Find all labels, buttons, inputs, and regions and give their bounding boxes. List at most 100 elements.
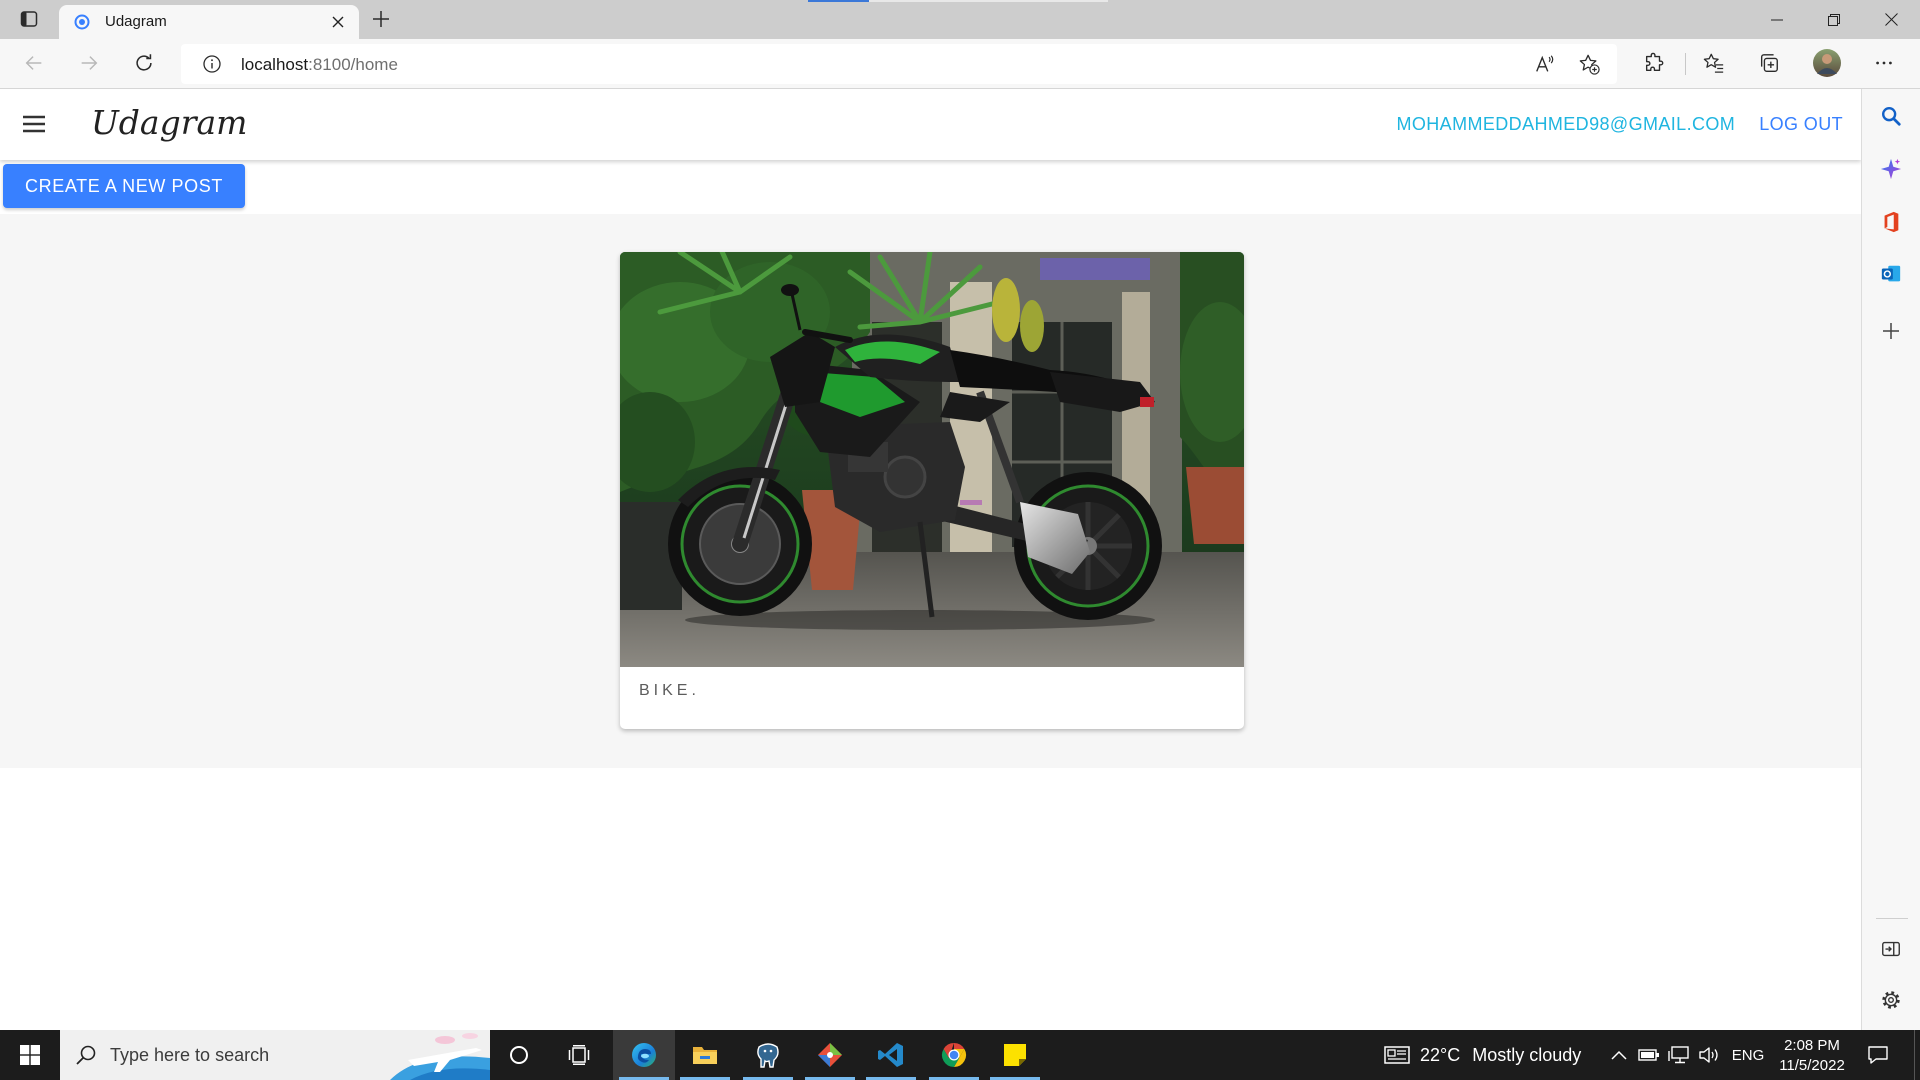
weather-widget-icon-button[interactable]: [1383, 1043, 1411, 1067]
weather-widget[interactable]: 22°C Mostly cloudy: [1420, 1030, 1581, 1080]
clock-time: 2:08 PM: [1784, 1036, 1840, 1054]
post-card[interactable]: BIKE.: [620, 252, 1244, 729]
taskbar-git-button[interactable]: [799, 1030, 861, 1080]
sidebar-settings-button[interactable]: [1875, 984, 1907, 1016]
close-icon: [1884, 13, 1898, 26]
sidebar-toggle-icon: [1882, 941, 1900, 957]
refresh-button[interactable]: [128, 47, 160, 79]
info-icon: [203, 55, 221, 73]
cortana-icon: [510, 1046, 528, 1064]
header-actions: MOHAMMEDDAHMED98@GMAIL.COM LOG OUT: [1396, 89, 1843, 160]
user-email-link[interactable]: MOHAMMEDDAHMED98@GMAIL.COM: [1396, 114, 1735, 135]
office-icon: [1884, 211, 1899, 233]
favorites-icon: [1703, 53, 1724, 73]
file-explorer-icon: [693, 1047, 717, 1064]
window-close-button[interactable]: [1862, 0, 1920, 39]
collections-button[interactable]: [1753, 47, 1785, 79]
search-icon: [1882, 107, 1901, 126]
create-post-button[interactable]: CREATE A NEW POST: [3, 164, 245, 208]
menu-button[interactable]: [18, 108, 50, 140]
profile-button[interactable]: [1811, 47, 1843, 79]
cortana-button[interactable]: [490, 1030, 548, 1080]
favorites-button[interactable]: [1698, 47, 1730, 79]
outlook-icon: [1881, 265, 1901, 282]
ionic-favicon-icon: [74, 14, 90, 30]
tab-actions-icon: [20, 11, 38, 27]
refresh-icon: [136, 54, 152, 71]
back-arrow-icon: [25, 56, 42, 70]
network-button[interactable]: [1667, 1043, 1691, 1067]
forward-button[interactable]: [73, 47, 105, 79]
taskbar-vscode-button[interactable]: [860, 1030, 922, 1080]
pgadmin-icon: [757, 1043, 779, 1068]
close-icon: [332, 16, 344, 28]
show-hidden-icons-button[interactable]: [1607, 1043, 1631, 1067]
more-button[interactable]: [1868, 47, 1900, 79]
web-page: Udagram MOHAMMEDDAHMED98@GMAIL.COM LOG O…: [0, 89, 1861, 1030]
add-favorite-button[interactable]: [1573, 48, 1605, 80]
extensions-button[interactable]: [1638, 47, 1670, 79]
toolbar-separator: [1685, 53, 1686, 75]
sidebar-office-button[interactable]: [1875, 206, 1907, 238]
app-header: Udagram MOHAMMEDDAHMED98@GMAIL.COM LOG O…: [0, 89, 1861, 160]
sidebar-search-button[interactable]: [1875, 100, 1907, 132]
windows-logo-icon: [20, 1045, 40, 1065]
git-icon: [818, 1043, 842, 1067]
notification-icon: [1868, 1046, 1888, 1064]
weather-condition: Mostly cloudy: [1472, 1044, 1582, 1065]
plus-icon: [1883, 323, 1899, 339]
post-caption: BIKE.: [639, 682, 700, 699]
taskbar-pgadmin-button[interactable]: [737, 1030, 799, 1080]
browser-toolbar: localhost:8100/home: [0, 39, 1920, 89]
back-button[interactable]: [18, 47, 50, 79]
chrome-icon: [941, 1043, 967, 1067]
hamburger-menu-icon: [23, 115, 45, 133]
tab-actions-button[interactable]: [15, 5, 43, 33]
sidebar-add-button[interactable]: [1875, 315, 1907, 347]
window-minimize-button[interactable]: [1748, 0, 1805, 39]
taskbar-search-box[interactable]: Type here to search: [60, 1030, 490, 1080]
address-bar[interactable]: localhost:8100/home: [181, 44, 1617, 84]
profile-avatar: [1813, 49, 1841, 77]
battery-button[interactable]: [1637, 1043, 1661, 1067]
taskbar-edge-button[interactable]: [613, 1030, 675, 1080]
input-language-indicator[interactable]: ENG: [1730, 1030, 1766, 1080]
task-view-icon: [568, 1045, 590, 1065]
gear-icon: [1882, 991, 1900, 1009]
restore-icon: [1827, 13, 1840, 26]
sidebar-hide-button[interactable]: [1875, 933, 1907, 965]
action-center-button[interactable]: [1866, 1043, 1890, 1067]
taskbar-sticky-notes-button[interactable]: [984, 1030, 1046, 1080]
taskbar-clock[interactable]: 2:08 PM 11/5/2022: [1770, 1030, 1854, 1080]
site-info-button[interactable]: [196, 48, 228, 80]
edge-sidebar: [1861, 89, 1920, 1030]
network-ethernet-icon: [1668, 1046, 1689, 1064]
show-desktop-button[interactable]: [1914, 1030, 1915, 1080]
tab-close-button[interactable]: [327, 11, 349, 33]
extensions-icon: [1645, 52, 1664, 72]
start-button[interactable]: [0, 1030, 60, 1080]
taskbar-chrome-button[interactable]: [923, 1030, 985, 1080]
titlebar-accent-track: [869, 0, 1108, 2]
taskbar-search-placeholder: Type here to search: [110, 1045, 270, 1065]
search-highlight-airplane-image: [390, 1033, 490, 1080]
url-text[interactable]: localhost:8100/home: [241, 55, 398, 75]
read-aloud-icon: [1536, 55, 1554, 72]
browser-tab-active[interactable]: Udagram: [59, 5, 359, 39]
sidebar-outlook-button[interactable]: [1875, 258, 1907, 290]
volume-button[interactable]: [1697, 1043, 1721, 1067]
window-restore-button[interactable]: [1805, 0, 1862, 39]
new-tab-button[interactable]: [367, 5, 395, 33]
search-icon: [76, 1045, 96, 1065]
sidebar-divider: [1876, 918, 1908, 919]
url-host: localhost: [241, 55, 309, 74]
taskbar-file-explorer-button[interactable]: [674, 1030, 736, 1080]
clock-date: 11/5/2022: [1779, 1056, 1845, 1074]
post-image: [620, 252, 1244, 667]
read-aloud-button[interactable]: [1529, 48, 1561, 80]
sidebar-copilot-button[interactable]: [1875, 153, 1907, 185]
tab-title: Udagram: [105, 13, 167, 30]
task-view-button[interactable]: [548, 1030, 610, 1080]
logout-button[interactable]: LOG OUT: [1759, 114, 1843, 135]
forward-arrow-icon: [81, 56, 98, 70]
